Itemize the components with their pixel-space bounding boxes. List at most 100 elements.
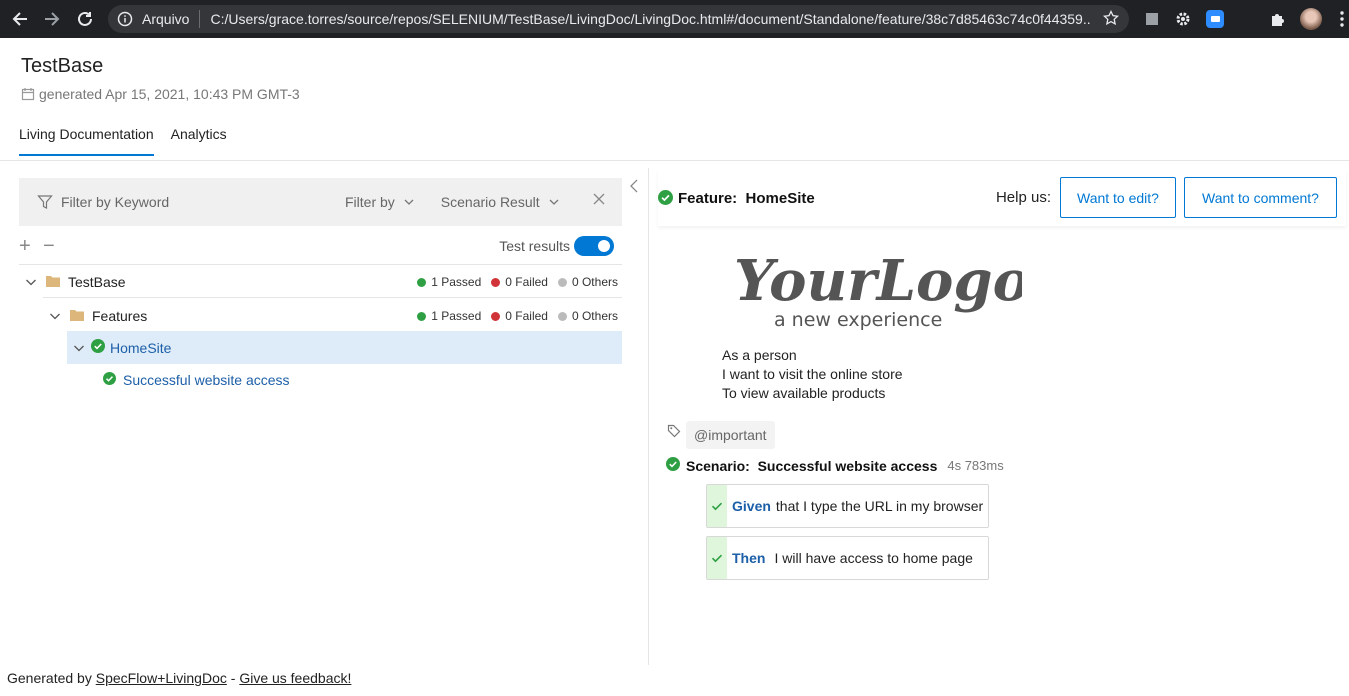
reload-button[interactable] xyxy=(69,0,101,38)
tree-row-label: Successful website access xyxy=(123,371,290,388)
filter-by-label: Filter by xyxy=(345,194,395,210)
tree-row-scenario[interactable]: Successful website access xyxy=(103,363,622,396)
passed-count: 1 Passed xyxy=(417,309,481,323)
tab-living-documentation[interactable]: Living Documentation xyxy=(19,126,154,156)
feedback-link[interactable]: Give us feedback! xyxy=(239,670,351,686)
address-bar[interactable]: Arquivo C:/Users/grace.torres/source/rep… xyxy=(108,5,1129,33)
tree-toolbar: + − Test results xyxy=(19,236,622,258)
result-counts: 1 Passed 0 Failed 0 Others xyxy=(417,309,618,323)
tree-row-features[interactable]: Features 1 Passed 0 Failed 0 Others xyxy=(43,299,622,332)
browser-toolbar: Arquivo C:/Users/grace.torres/source/rep… xyxy=(0,0,1349,38)
tree-row-label: TestBase xyxy=(68,273,126,290)
others-count: 0 Others xyxy=(557,309,618,323)
logo-tagline: a new experience xyxy=(774,309,942,331)
extension-square-icon[interactable] xyxy=(1142,9,1162,29)
tree-row-label: Features xyxy=(92,307,148,324)
chevron-left-icon xyxy=(630,179,638,193)
folder-icon xyxy=(46,274,60,290)
result-counts: 1 Passed 0 Failed 0 Others xyxy=(417,275,618,289)
gear-icon[interactable] xyxy=(1173,9,1193,29)
generated-text: generated Apr 15, 2021, 10:43 PM GMT-3 xyxy=(39,86,300,102)
passed-count: 1 Passed xyxy=(417,275,481,289)
panel-divider xyxy=(648,168,649,665)
keyword-placeholder: Filter by Keyword xyxy=(61,194,170,210)
keyword-filter-input[interactable]: Filter by Keyword xyxy=(37,194,327,210)
page-title: TestBase xyxy=(21,55,104,77)
toggle-knob xyxy=(598,240,610,252)
chevron-down-icon xyxy=(549,199,559,205)
back-button[interactable] xyxy=(4,0,36,38)
filter-bar: Filter by Keyword Filter by Scenario Res… xyxy=(19,178,622,226)
header-divider xyxy=(0,160,1349,161)
scenario-title: Scenario: Successful website access xyxy=(686,457,938,474)
description-line: I want to visit the online store xyxy=(722,366,903,382)
tab-analytics[interactable]: Analytics xyxy=(171,126,227,156)
info-icon[interactable] xyxy=(116,10,134,28)
test-results-toggle[interactable] xyxy=(574,236,614,256)
step-then: Then I will have access to home page xyxy=(706,536,989,580)
failed-count: 0 Failed xyxy=(491,309,548,323)
zoom-extension-icon[interactable] xyxy=(1205,9,1225,29)
specflow-link[interactable]: SpecFlow+LivingDoc xyxy=(96,670,227,686)
arrow-right-icon xyxy=(45,12,60,26)
scenario-header: Scenario: Successful website access 4s 7… xyxy=(666,457,1004,474)
feature-description: As a person I want to visit the online s… xyxy=(722,346,903,403)
bookmark-star-icon[interactable] xyxy=(1102,9,1120,29)
footer-prefix: Generated by xyxy=(7,670,92,686)
check-icon xyxy=(711,502,723,511)
collapse-panel-button[interactable] xyxy=(628,178,640,199)
tag-icon xyxy=(667,424,681,443)
collapse-all-button[interactable]: − xyxy=(43,236,55,256)
chevron-down-icon[interactable] xyxy=(22,273,40,291)
close-icon xyxy=(593,193,605,205)
failed-count: 0 Failed xyxy=(491,275,548,289)
page-footer: Generated by SpecFlow+LivingDoc - Give u… xyxy=(7,670,351,686)
help-us-label: Help us: xyxy=(995,189,1051,206)
step-text: that I type the URL in my browser xyxy=(775,498,984,514)
url-text[interactable]: C:/Users/grace.torres/source/repos/SELEN… xyxy=(210,11,1090,27)
step-keyword: Then xyxy=(732,550,766,566)
more-menu-icon[interactable] xyxy=(1332,9,1349,29)
avatar[interactable] xyxy=(1299,7,1323,31)
want-to-comment-button[interactable]: Want to comment? xyxy=(1184,177,1337,218)
forward-button[interactable] xyxy=(36,0,68,38)
passed-check-icon xyxy=(91,339,105,356)
tree-row-label: HomeSite xyxy=(110,339,172,356)
step-given: Given that I type the URL in my browser xyxy=(706,484,989,528)
clear-filter-button[interactable] xyxy=(592,192,606,209)
want-to-edit-button[interactable]: Want to edit? xyxy=(1060,177,1176,218)
reload-icon xyxy=(78,11,92,26)
scenario-result-dropdown[interactable]: Scenario Result xyxy=(441,194,560,210)
others-count: 0 Others xyxy=(557,275,618,289)
description-line: To view available products xyxy=(722,385,886,401)
step-status-bar xyxy=(707,485,727,527)
folder-icon xyxy=(70,308,84,324)
step-keyword: Given xyxy=(732,498,771,514)
tag-important[interactable]: @important xyxy=(686,421,775,449)
step-text: I will have access to home page xyxy=(774,550,973,566)
footer-dash: - xyxy=(230,670,236,686)
chevron-down-icon[interactable] xyxy=(46,307,64,325)
expand-all-button[interactable]: + xyxy=(19,236,31,256)
passed-check-icon xyxy=(666,457,680,474)
generated-info: generated Apr 15, 2021, 10:43 PM GMT-3 xyxy=(21,86,300,102)
company-logo: YourLogo a new experience xyxy=(734,248,1022,331)
passed-check-icon xyxy=(658,190,673,210)
logo-wordmark: YourLogo xyxy=(734,248,1022,314)
scenario-duration: 4s 783ms xyxy=(947,458,1004,473)
chevron-down-icon[interactable] xyxy=(70,339,88,357)
url-scheme: Arquivo xyxy=(142,11,190,27)
tree-divider xyxy=(43,297,622,298)
filter-by-dropdown[interactable]: Filter by xyxy=(345,194,415,210)
calendar-icon xyxy=(21,88,35,101)
tree-row-testbase[interactable]: TestBase 1 Passed 0 Failed 0 Others xyxy=(19,265,622,298)
tree-row-homesite[interactable]: HomeSite xyxy=(67,331,622,364)
description-line: As a person xyxy=(722,347,797,363)
main-tabs: Living Documentation Analytics xyxy=(19,126,227,156)
test-results-label: Test results xyxy=(499,238,570,254)
feature-header: Feature: HomeSite Help us: Want to edit?… xyxy=(658,170,1346,226)
puzzle-icon[interactable] xyxy=(1268,9,1288,29)
step-status-bar xyxy=(707,537,727,579)
feature-title: Feature: HomeSite xyxy=(678,189,815,207)
funnel-icon xyxy=(37,195,53,209)
